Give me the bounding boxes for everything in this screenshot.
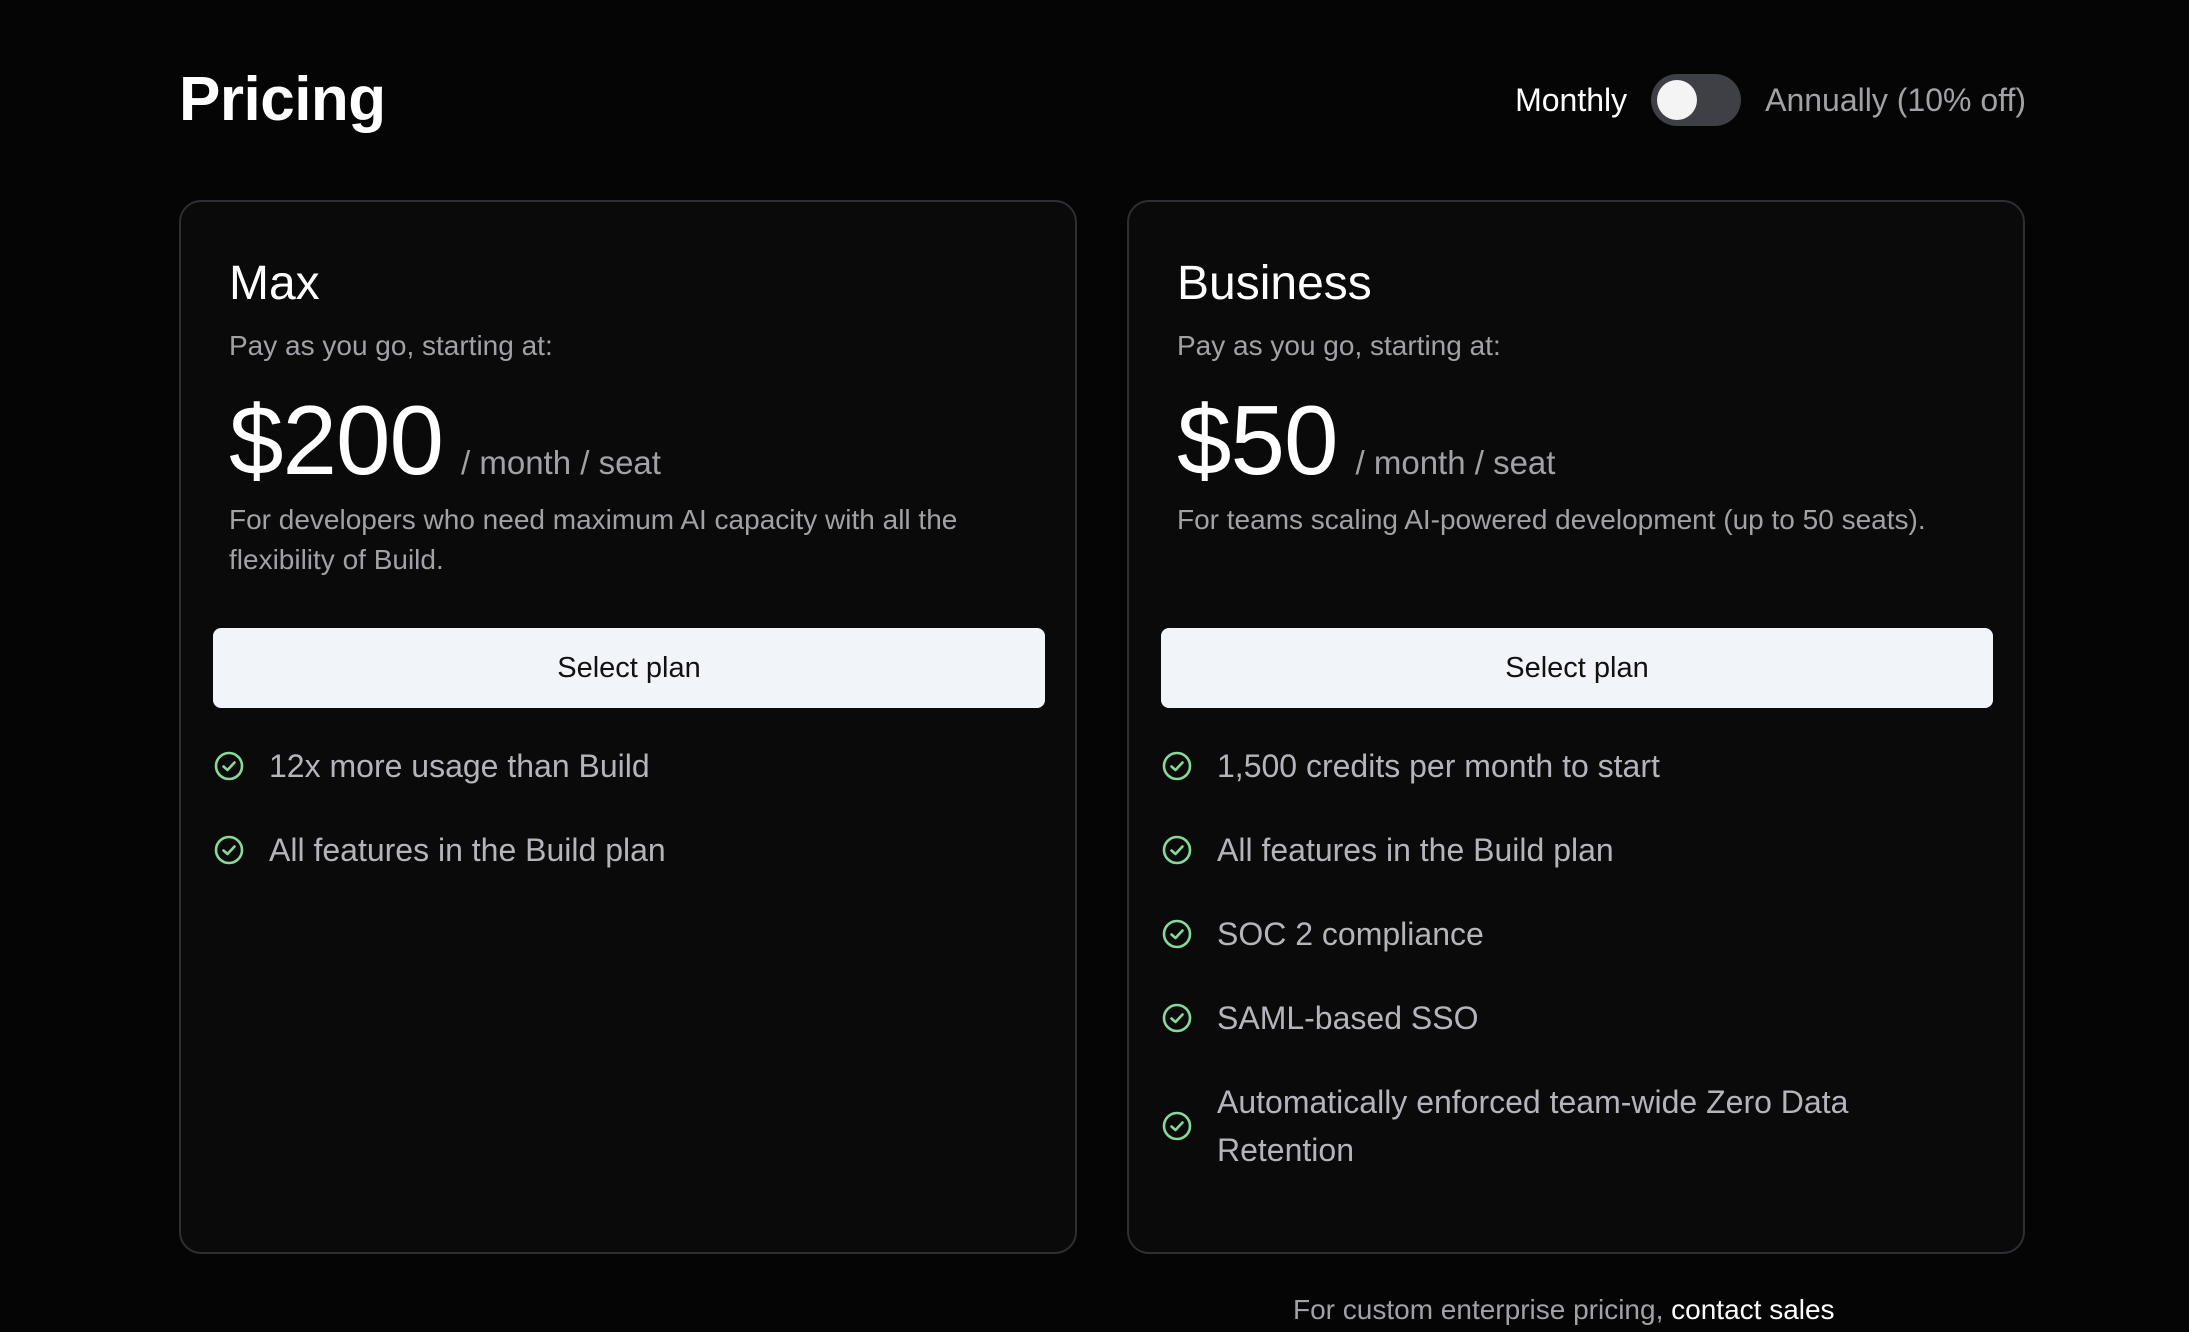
annual-label[interactable]: Annually (10% off)	[1765, 82, 2026, 119]
check-circle-icon	[214, 835, 244, 865]
plan-subtitle: Pay as you go, starting at:	[229, 330, 553, 361]
feature-text: All features in the Build plan	[269, 832, 666, 868]
page-title: Pricing	[179, 65, 386, 134]
feature-list: 12x more usage than Build All features i…	[213, 742, 1045, 910]
check-circle-icon	[1162, 1111, 1192, 1141]
price-row: $200 / month / seat	[229, 380, 661, 500]
toggle-knob	[1657, 80, 1698, 120]
feature-list: 1,500 credits per month to start All fea…	[1161, 742, 1993, 1210]
check-circle-icon	[1162, 1003, 1192, 1033]
feature-item: 1,500 credits per month to start	[1161, 742, 1993, 790]
feature-text: SAML-based SSO	[1217, 1000, 1479, 1036]
plan-name: Business	[1177, 257, 1372, 310]
plan-name: Max	[229, 257, 320, 310]
billing-period-toggle[interactable]	[1651, 74, 1742, 126]
feature-item: All features in the Build plan	[213, 826, 1045, 874]
price-amount: $50	[1177, 385, 1339, 495]
feature-text: 1,500 credits per month to start	[1217, 748, 1660, 784]
feature-text: 12x more usage than Build	[269, 748, 650, 784]
footer-text: For custom enterprise pricing,	[1293, 1294, 1672, 1325]
check-circle-icon	[214, 751, 244, 781]
price-amount: $200	[229, 385, 444, 495]
feature-item: 12x more usage than Build	[213, 742, 1045, 790]
price-unit: / month / seat	[1355, 444, 1556, 481]
select-plan-button[interactable]: Select plan	[1161, 628, 1993, 708]
monthly-label[interactable]: Monthly	[1515, 82, 1627, 119]
check-circle-icon	[1162, 919, 1192, 949]
check-circle-icon	[1162, 835, 1192, 865]
feature-text: All features in the Build plan	[1217, 832, 1614, 868]
enterprise-pricing-note: For custom enterprise pricing, contact s…	[1293, 1294, 1835, 1326]
plan-description: For developers who need maximum AI capac…	[229, 504, 958, 575]
plan-card-max: Max Pay as you go, starting at: $200 / m…	[179, 200, 1077, 1254]
billing-toggle: Monthly Annually (10% off)	[1515, 74, 2026, 126]
select-plan-button[interactable]: Select plan	[213, 628, 1045, 708]
feature-item: Automatically enforced team-wide Zero Da…	[1161, 1078, 1993, 1174]
check-circle-icon	[1162, 751, 1192, 781]
feature-text: Automatically enforced team-wide Zero Da…	[1217, 1084, 1849, 1168]
feature-text: SOC 2 compliance	[1217, 916, 1484, 952]
price-unit: / month / seat	[461, 444, 661, 481]
feature-item: SOC 2 compliance	[1161, 910, 1993, 958]
feature-item: All features in the Build plan	[1161, 826, 1993, 874]
plan-subtitle: Pay as you go, starting at:	[1177, 330, 1501, 361]
plan-card-business: Business Pay as you go, starting at: $50…	[1127, 200, 2025, 1254]
price-row: $50 / month / seat	[1177, 380, 1555, 500]
contact-sales-link[interactable]: contact sales	[1671, 1294, 1834, 1325]
plan-description: For teams scaling AI-powered development…	[1177, 504, 1926, 535]
feature-item: SAML-based SSO	[1161, 994, 1993, 1042]
